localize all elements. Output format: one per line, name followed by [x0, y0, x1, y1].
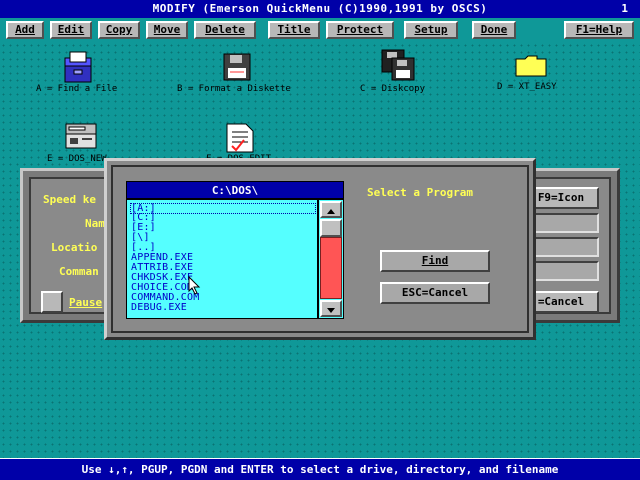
- icon-label-d: D = XT_EASY: [497, 82, 557, 92]
- current-path: C:\DOS\: [126, 181, 344, 199]
- list-item[interactable]: [A:]: [130, 203, 316, 214]
- find-file-icon[interactable]: [62, 50, 94, 88]
- window-number: 1: [621, 2, 628, 15]
- move-button[interactable]: Move: [146, 21, 188, 39]
- folder-icon: [515, 55, 547, 77]
- esc-cancel-button[interactable]: ESC=Cancel: [380, 282, 490, 304]
- add-button[interactable]: Add: [6, 21, 44, 39]
- arrow-down-icon: [327, 308, 335, 313]
- icon-label-e: E = DOS_NEW: [47, 154, 107, 164]
- done-button[interactable]: Done: [472, 21, 516, 39]
- dos-edit-icon[interactable]: [224, 122, 256, 158]
- file-box-icon: [64, 51, 92, 83]
- diskcopy-icon: [381, 49, 415, 81]
- help-button[interactable]: F1=Help: [564, 21, 634, 39]
- list-item[interactable]: DEBUG.EXE: [131, 303, 187, 313]
- file-list-scrollbar[interactable]: [318, 199, 344, 319]
- diskette-icon: [223, 53, 251, 81]
- icon-label-c: C = Diskcopy: [360, 84, 426, 94]
- arrow-up-icon: [327, 209, 335, 214]
- scroll-thumb[interactable]: [320, 237, 342, 299]
- scroll-up-button[interactable]: [320, 201, 342, 218]
- diskcopy-app-icon[interactable]: [380, 48, 416, 86]
- icon-label-b: B = Format a Diskette: [177, 84, 291, 94]
- command-label: Comman: [59, 265, 99, 278]
- edit-button[interactable]: Edit: [50, 21, 92, 39]
- copy-button[interactable]: Copy: [98, 21, 140, 39]
- pause-label: Pause: [69, 296, 103, 309]
- name-label: Nam: [85, 217, 105, 230]
- file-list[interactable]: [A:] [C:] [E:] [\] [..] APPEND.EXE ATTRI…: [126, 199, 318, 319]
- mouse-pointer-icon: [188, 276, 201, 295]
- protect-button[interactable]: Protect: [326, 21, 394, 39]
- format-diskette-icon[interactable]: [222, 52, 252, 86]
- speed-key-label: Speed ke: [43, 193, 96, 206]
- document-icon: [226, 123, 254, 153]
- xt-easy-folder-icon[interactable]: [515, 54, 547, 82]
- title-button[interactable]: Title: [268, 21, 320, 39]
- status-bar: Use ↓,↑, PGUP, PGDN and ENTER to select …: [0, 458, 640, 480]
- dos-new-icon[interactable]: [64, 122, 98, 156]
- setup-button[interactable]: Setup: [404, 21, 458, 39]
- location-label: Locatio: [51, 241, 98, 254]
- find-button[interactable]: Find: [380, 250, 490, 272]
- window-title: MODIFY (Emerson QuickMenu (C)1990,1991 b…: [152, 2, 488, 15]
- title-bar: MODIFY (Emerson QuickMenu (C)1990,1991 b…: [0, 0, 640, 18]
- scroll-down-button[interactable]: [320, 300, 342, 317]
- pause-checkbox[interactable]: [41, 291, 63, 313]
- select-program-heading: Select a Program: [367, 186, 473, 199]
- computer-icon: [65, 123, 97, 149]
- scroll-track-top[interactable]: [320, 219, 342, 237]
- icon-label-a: A = Find a File: [36, 84, 118, 94]
- menu-bar: Add Edit Copy Move Delete Title Protect …: [0, 18, 640, 42]
- delete-button[interactable]: Delete: [194, 21, 256, 39]
